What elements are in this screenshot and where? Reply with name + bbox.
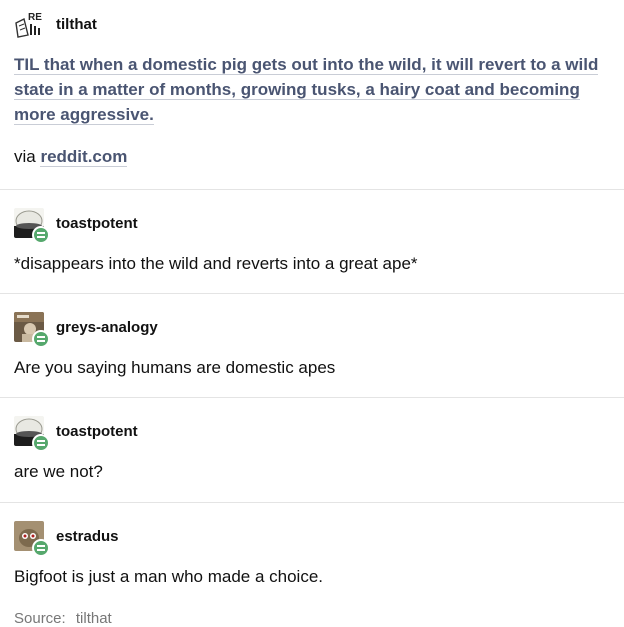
via-line: via reddit.com (14, 147, 128, 167)
follow-badge-icon[interactable] (32, 330, 50, 348)
follow-badge-icon[interactable] (32, 434, 50, 452)
avatar[interactable] (14, 208, 50, 244)
svg-text:RE: RE (28, 12, 42, 23)
reply-text: *disappears into the wild and reverts in… (14, 254, 418, 273)
follow-badge-icon[interactable] (32, 226, 50, 244)
reply-text: Are you saying humans are domestic apes (14, 358, 336, 377)
avatar[interactable]: RE (14, 9, 44, 39)
post-source: Source: tilthat (14, 610, 112, 627)
avatar[interactable] (14, 312, 50, 348)
username[interactable]: toastpotent (56, 423, 138, 440)
avatar[interactable] (14, 521, 50, 557)
book-logo-icon: RE (14, 9, 44, 39)
post-header: RE tilthat (14, 9, 97, 39)
username[interactable]: greys-analogy (56, 319, 158, 336)
source-blog-link[interactable]: tilthat (76, 610, 112, 627)
post-title-link[interactable]: TIL that when a domestic pig gets out in… (14, 52, 604, 127)
reply: greys-analogy Are you saying humans are … (0, 294, 624, 398)
reply: estradus Bigfoot is just a man who made … (0, 503, 624, 627)
reply-header: toastpotent (14, 208, 138, 244)
reply-text: Bigfoot is just a man who made a choice. (14, 567, 323, 586)
original-post: RE tilthat TIL that when a domestic pig … (0, 0, 624, 190)
avatar[interactable] (14, 416, 50, 452)
reply-header: estradus (14, 521, 119, 557)
reply-header: toastpotent (14, 416, 138, 452)
username[interactable]: tilthat (56, 16, 97, 33)
post: RE tilthat TIL that when a domestic pig … (0, 0, 624, 627)
follow-badge-icon[interactable] (32, 539, 50, 557)
reply: toastpotent *disappears into the wild an… (0, 190, 624, 294)
username[interactable]: estradus (56, 528, 119, 545)
username[interactable]: toastpotent (56, 215, 138, 232)
reply: toastpotent are we not? (0, 398, 624, 503)
source-link[interactable]: reddit.com (40, 147, 128, 167)
reply-header: greys-analogy (14, 312, 158, 348)
reply-text: are we not? (14, 462, 103, 481)
